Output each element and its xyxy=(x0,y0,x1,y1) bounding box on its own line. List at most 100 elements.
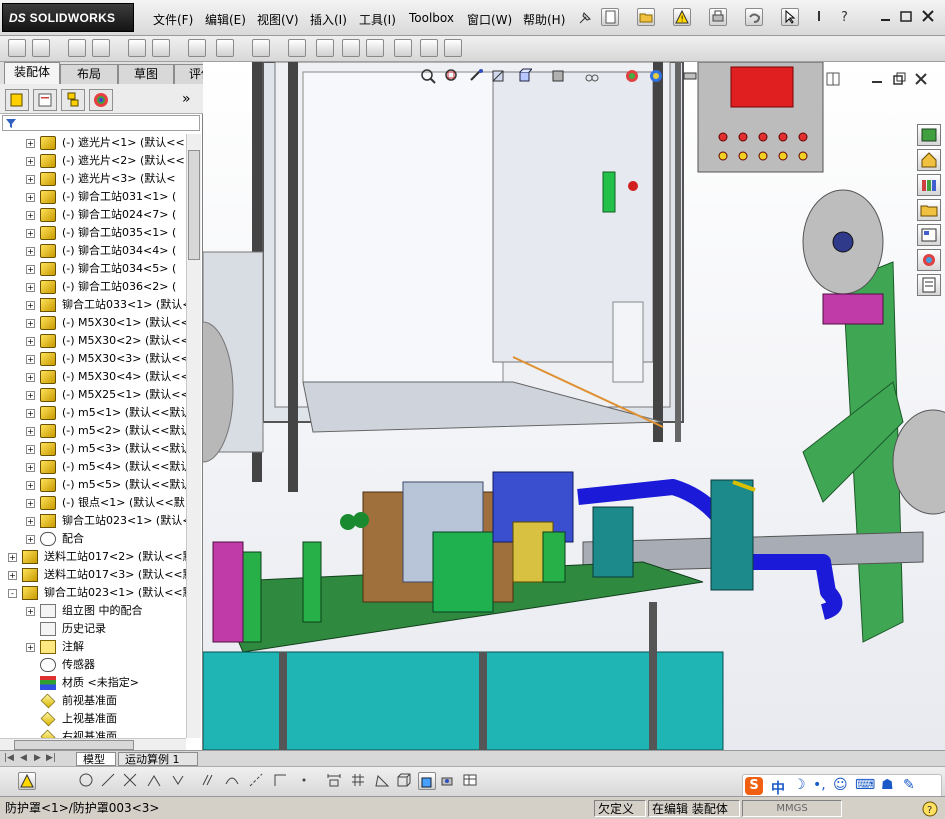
keyboard-icon[interactable]: ⌨ xyxy=(855,777,875,793)
new-part-icon[interactable] xyxy=(32,39,50,57)
tree-item[interactable]: 上视基准面 xyxy=(0,710,186,728)
smart-dimension-icon[interactable] xyxy=(326,772,344,790)
smart-fasteners-icon[interactable] xyxy=(128,39,146,57)
print-icon[interactable] xyxy=(709,8,727,26)
tree-item[interactable]: + (-) 银点<1> (默认<<默 xyxy=(0,494,186,512)
undo-icon[interactable] xyxy=(745,8,763,26)
expand-icon[interactable]: + xyxy=(26,229,35,238)
view-palette-icon[interactable] xyxy=(917,224,941,246)
moon-icon[interactable]: ☽ xyxy=(793,777,806,793)
last-tab-arrow-icon[interactable]: ▶| xyxy=(46,753,56,763)
tree-item[interactable]: + (-) 铆合工站034<4> ( xyxy=(0,242,186,260)
appearances-scenes-icon[interactable] xyxy=(917,249,941,271)
options-icon[interactable] xyxy=(816,8,834,26)
tree-item[interactable]: 材质 <未指定> xyxy=(0,674,186,692)
select-arrow-icon[interactable] xyxy=(781,8,799,26)
expand-icon[interactable]: + xyxy=(26,535,35,544)
solidworks-resources-icon[interactable] xyxy=(917,124,941,146)
status-units[interactable]: MMGS xyxy=(742,800,842,817)
expand-icon[interactable]: + xyxy=(26,481,35,490)
tree-item[interactable]: - 铆合工站023<1> (默认<<默 xyxy=(0,584,186,602)
hide-show-items-icon[interactable] xyxy=(584,68,600,84)
component-pattern-icon[interactable] xyxy=(92,39,110,57)
reference-geometry-icon[interactable] xyxy=(252,39,270,57)
circle-tool-icon[interactable] xyxy=(78,772,96,790)
expand-icon[interactable]: + xyxy=(26,517,35,526)
tree-item[interactable]: + (-) M5X30<3> (默认<< xyxy=(0,350,186,368)
tree-item[interactable]: 前视基准面 xyxy=(0,692,186,710)
expand-icon[interactable]: + xyxy=(26,157,35,166)
tools-icon[interactable]: ✎ xyxy=(903,777,915,793)
minimize-window-icon[interactable] xyxy=(878,8,896,26)
display-manager-tab-icon[interactable] xyxy=(89,89,113,111)
table-view-icon[interactable] xyxy=(462,772,480,790)
tree-item[interactable]: + 组立图 中的配合 xyxy=(0,602,186,620)
tree-item[interactable]: + (-) 铆合工站031<1> ( xyxy=(0,188,186,206)
expand-icon[interactable]: + xyxy=(26,139,35,148)
snapshot-icon[interactable] xyxy=(444,39,462,57)
sogou-logo-icon[interactable]: S xyxy=(745,777,763,795)
design-library-icon[interactable] xyxy=(917,174,941,196)
punctuation-icon[interactable]: •, xyxy=(813,777,826,793)
tree-item[interactable]: + (-) m5<2> (默认<<默认 xyxy=(0,422,186,440)
tree-vertical-scrollbar[interactable] xyxy=(186,134,201,738)
ime-language-toggle[interactable]: 中 xyxy=(771,778,785,798)
tree-item[interactable]: + (-) 铆合工站034<5> ( xyxy=(0,260,186,278)
insert-component-icon[interactable] xyxy=(8,39,26,57)
view-settings-icon[interactable] xyxy=(682,68,698,84)
trim-tool-icon[interactable] xyxy=(122,772,140,790)
property-manager-tab-icon[interactable] xyxy=(33,89,57,111)
3d-box-icon[interactable] xyxy=(396,772,414,790)
expand-icon[interactable]: + xyxy=(26,337,35,346)
prev-tab-arrow-icon[interactable]: ◀ xyxy=(20,753,27,763)
expand-icon[interactable]: + xyxy=(26,445,35,454)
tree-item[interactable]: + (-) 铆合工站035<1> ( xyxy=(0,224,186,242)
home-icon[interactable] xyxy=(917,149,941,171)
tree-item[interactable]: + 送料工站017<2> (默认<<默 xyxy=(0,548,186,566)
expand-icon[interactable]: + xyxy=(26,499,35,508)
menu-file[interactable]: 文件(F) xyxy=(153,11,193,28)
corner-rectangle-icon[interactable] xyxy=(272,772,290,790)
emoji-icon[interactable]: ☺ xyxy=(833,777,848,793)
tree-item[interactable]: + (-) 铆合工站036<2> ( xyxy=(0,278,186,296)
menu-window[interactable]: 窗口(W) xyxy=(467,11,512,28)
expand-icon[interactable]: + xyxy=(26,319,35,328)
cmdtab-0[interactable]: 装配体 xyxy=(4,62,60,84)
new-document-icon[interactable] xyxy=(601,8,619,26)
expand-icon[interactable]: + xyxy=(26,175,35,184)
expand-icon[interactable]: + xyxy=(8,553,17,562)
bill-of-materials-icon[interactable] xyxy=(316,39,334,57)
menu-insert[interactable]: 插入(I) xyxy=(310,11,347,28)
viewport-split-icon[interactable] xyxy=(826,72,840,89)
section-view-icon[interactable] xyxy=(490,68,506,84)
bottom-tab-1[interactable]: 运动算例 1 xyxy=(118,752,198,766)
first-tab-arrow-icon[interactable]: |◀ xyxy=(4,753,14,763)
collapse-icon[interactable]: - xyxy=(8,589,17,598)
tree-item[interactable]: + 送料工站017<3> (默认<<默 xyxy=(0,566,186,584)
rebuild-warning-icon[interactable]: ! xyxy=(673,8,691,26)
expand-icon[interactable]: + xyxy=(26,193,35,202)
expand-icon[interactable]: + xyxy=(26,391,35,400)
cmdtab-2[interactable]: 草图 xyxy=(118,64,174,84)
tree-item[interactable]: + 铆合工站023<1> (默认< xyxy=(0,512,186,530)
tree-item[interactable]: + (-) m5<1> (默认<<默认 xyxy=(0,404,186,422)
expand-tabs-icon[interactable]: » xyxy=(182,91,191,107)
feature-tree-tab-icon[interactable] xyxy=(5,89,29,111)
tree-vertical-scroll-thumb[interactable] xyxy=(188,150,200,260)
menu-help[interactable]: 帮助(H) xyxy=(523,11,565,28)
previous-view-icon[interactable] xyxy=(468,68,484,84)
zoom-to-area-icon[interactable] xyxy=(444,68,460,84)
shaded-view-icon[interactable] xyxy=(418,772,436,790)
tree-item[interactable]: + (-) M5X25<1> (默认<< xyxy=(0,386,186,404)
convert-entities-icon[interactable] xyxy=(146,772,164,790)
expand-icon[interactable]: + xyxy=(26,463,35,472)
tree-horizontal-scroll-thumb[interactable] xyxy=(14,740,134,750)
cmdtab-1[interactable]: 布局 xyxy=(60,64,118,84)
display-style-icon[interactable] xyxy=(550,68,566,84)
grid-tool-icon[interactable] xyxy=(350,772,368,790)
apply-scene-icon[interactable] xyxy=(648,68,664,84)
tree-item[interactable]: + (-) 遮光片<2> (默认<< xyxy=(0,152,186,170)
offset-entities-icon[interactable] xyxy=(200,772,218,790)
tree-item[interactable]: 右视基准面 xyxy=(0,728,186,738)
tree-filter[interactable] xyxy=(2,115,200,131)
